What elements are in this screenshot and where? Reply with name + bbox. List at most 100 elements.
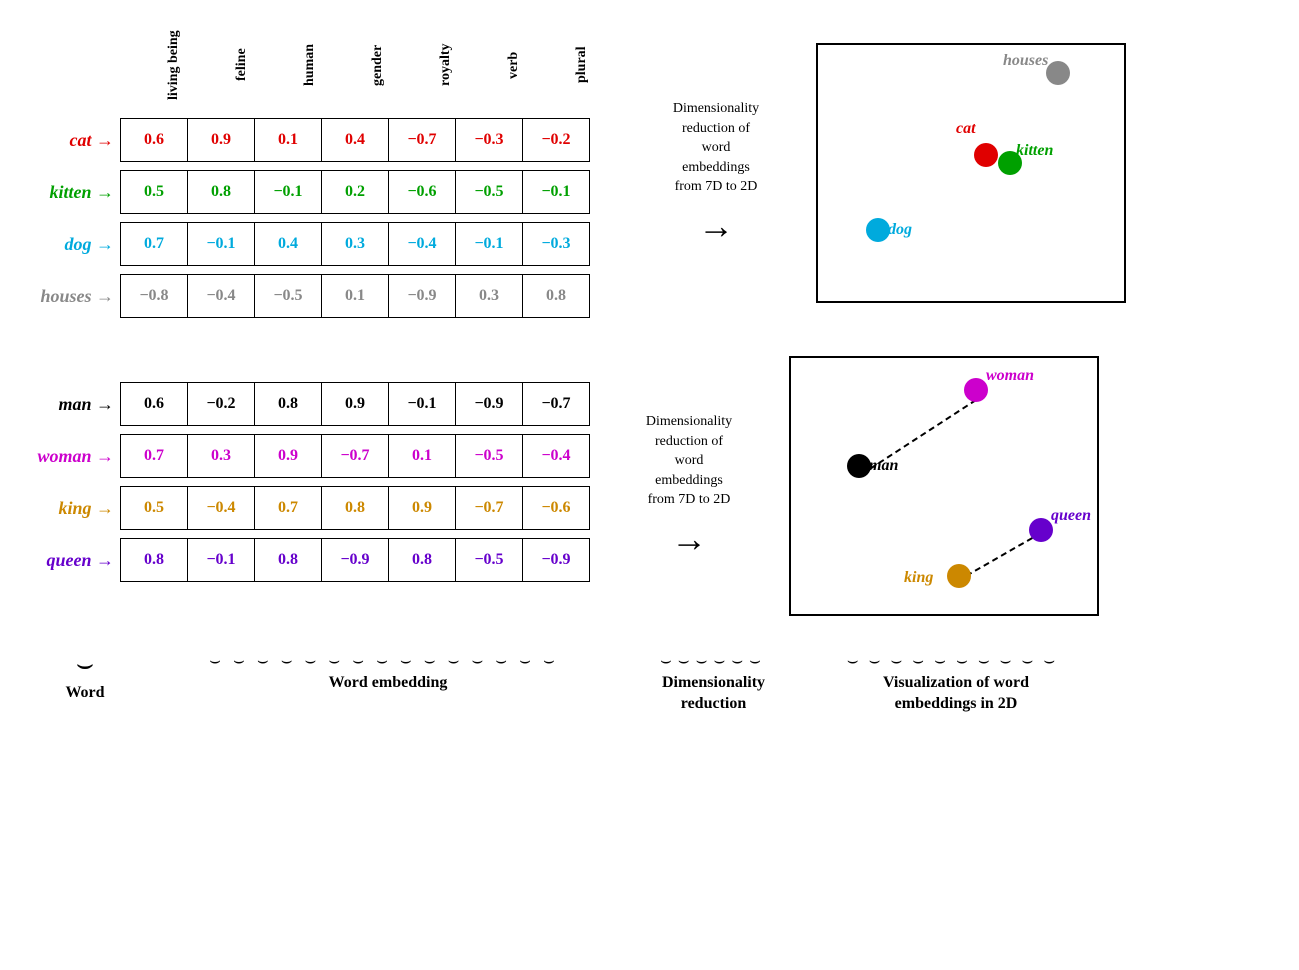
- brace-visualization: ⌣⌣⌣⌣⌣⌣⌣⌣⌣⌣: [847, 651, 1065, 669]
- word-row: dog →0.7−0.10.40.3−0.4−0.1−0.3: [10, 222, 616, 266]
- cell: −0.2: [522, 118, 590, 162]
- cell: −0.9: [522, 538, 590, 582]
- top-arrow-right: →: [698, 205, 734, 247]
- word-row: cat →0.60.90.10.4−0.7−0.3−0.2: [10, 118, 616, 162]
- bottom-labels: ⌣Word⌣⌣⌣⌣⌣⌣⌣⌣⌣⌣⌣⌣⌣⌣⌣Word embedding⌣⌣⌣⌣⌣⌣…: [10, 651, 1289, 715]
- word-row: kitten →0.50.8−0.10.2−0.6−0.5−0.1: [10, 170, 616, 214]
- col-header: gender: [344, 20, 412, 110]
- scatter-plot-2: woman man queen king: [789, 356, 1099, 616]
- col-headers: living beingfelinehumangenderroyaltyverb…: [140, 20, 616, 110]
- brace-group-visualization: ⌣⌣⌣⌣⌣⌣⌣⌣⌣⌣Visualization of wordembedding…: [801, 651, 1111, 715]
- cell: −0.9: [455, 382, 523, 426]
- brace-label-word: Word: [65, 683, 104, 704]
- word-label: kitten →: [10, 182, 120, 203]
- cell: 0.8: [321, 486, 389, 530]
- cell: 0.8: [120, 538, 188, 582]
- brace-group-embedding: ⌣⌣⌣⌣⌣⌣⌣⌣⌣⌣⌣⌣⌣⌣⌣ Word embedding: [150, 651, 626, 694]
- cell: 0.8: [388, 538, 456, 582]
- cell: 0.5: [120, 486, 188, 530]
- word-label: king →: [10, 498, 120, 519]
- cell: −0.1: [455, 222, 523, 266]
- svg-text:man: man: [869, 457, 898, 474]
- cell: 0.6: [120, 382, 188, 426]
- top-dim-reduction: Dimensionality reduction of word embeddi…: [651, 99, 781, 247]
- word-row: man →0.6−0.20.80.9−0.1−0.9−0.7: [10, 382, 589, 426]
- word-label: dog →: [10, 234, 120, 255]
- cell: −0.3: [522, 222, 590, 266]
- cell: 0.9: [321, 382, 389, 426]
- cell: 0.4: [254, 222, 322, 266]
- brace-embedding: ⌣⌣⌣⌣⌣⌣⌣⌣⌣⌣⌣⌣⌣⌣⌣: [209, 651, 567, 669]
- cells: 0.50.8−0.10.2−0.6−0.5−0.1: [120, 170, 589, 214]
- word-label: queen →: [10, 550, 120, 571]
- bottom-dim-reduction: Dimensionality reduction of word embeddi…: [624, 412, 754, 560]
- cell: −0.1: [187, 222, 255, 266]
- col-header: feline: [208, 20, 276, 110]
- word-label: cat →: [10, 130, 120, 151]
- cell: −0.4: [388, 222, 456, 266]
- cell: 0.7: [120, 434, 188, 478]
- bottom-dim-text: Dimensionality reduction of word embeddi…: [646, 412, 732, 510]
- cell: −0.1: [254, 170, 322, 214]
- cell: −0.4: [187, 486, 255, 530]
- brace-reduction: ⌣⌣⌣⌣⌣⌣: [660, 651, 767, 669]
- cell: −0.1: [187, 538, 255, 582]
- word-row: king →0.5−0.40.70.80.9−0.7−0.6: [10, 486, 589, 530]
- cell: 0.9: [254, 434, 322, 478]
- cell: 0.8: [187, 170, 255, 214]
- cell: −0.6: [388, 170, 456, 214]
- cell: 0.3: [187, 434, 255, 478]
- svg-text:king: king: [904, 569, 933, 586]
- cell: 0.9: [388, 486, 456, 530]
- top-rows: cat →0.60.90.10.4−0.7−0.3−0.2 kitten →0.5…: [10, 118, 616, 326]
- cell: −0.7: [388, 118, 456, 162]
- top-dim-text: Dimensionality reduction of word embeddi…: [673, 99, 759, 197]
- cell: 0.1: [254, 118, 322, 162]
- cells: 0.6−0.20.80.9−0.1−0.9−0.7: [120, 382, 589, 426]
- cell: 0.4: [321, 118, 389, 162]
- word-label: woman →: [10, 446, 120, 467]
- brace-label-embedding: Word embedding: [329, 673, 448, 694]
- brace-group-word: ⌣Word: [20, 651, 150, 704]
- col-header: plural: [548, 20, 616, 110]
- cells: 0.70.30.9−0.70.1−0.5−0.4: [120, 434, 589, 478]
- top-section: living beingfelinehumangenderroyaltyverb…: [10, 20, 1289, 326]
- cell: 0.2: [321, 170, 389, 214]
- svg-text:woman: woman: [986, 367, 1034, 384]
- cell: −0.5: [254, 274, 322, 318]
- cell: 0.9: [187, 118, 255, 162]
- cell: −0.1: [522, 170, 590, 214]
- bottom-section: man →0.6−0.20.80.9−0.1−0.9−0.7woman →0.7…: [10, 356, 1289, 616]
- word-label: houses →: [10, 286, 120, 307]
- cell: −0.5: [455, 538, 523, 582]
- cell: −0.5: [455, 170, 523, 214]
- cells: 0.5−0.40.70.80.9−0.7−0.6: [120, 486, 589, 530]
- scatter-plot-1: housescatkittendog: [816, 43, 1126, 303]
- cell: 0.3: [321, 222, 389, 266]
- word-row: woman →0.70.30.9−0.70.1−0.5−0.4: [10, 434, 589, 478]
- cells: 0.7−0.10.40.3−0.4−0.1−0.3: [120, 222, 589, 266]
- col-header: human: [276, 20, 344, 110]
- cell: 0.1: [321, 274, 389, 318]
- cell: 0.1: [388, 434, 456, 478]
- col-header: royalty: [412, 20, 480, 110]
- cells: 0.8−0.10.8−0.90.8−0.5−0.9: [120, 538, 589, 582]
- word-row: houses →−0.8−0.4−0.50.1−0.90.30.8: [10, 274, 616, 318]
- svg-text:kitten: kitten: [1016, 142, 1053, 159]
- cells: −0.8−0.4−0.50.1−0.90.30.8: [120, 274, 589, 318]
- svg-text:cat: cat: [956, 120, 976, 137]
- cell: 0.8: [254, 382, 322, 426]
- svg-text:queen: queen: [1051, 507, 1091, 524]
- col-header: verb: [480, 20, 548, 110]
- cell: −0.4: [522, 434, 590, 478]
- brace-label-reduction: Dimensionalityreduction: [662, 673, 765, 715]
- svg-text:houses: houses: [1003, 52, 1048, 69]
- cell: −0.5: [455, 434, 523, 478]
- cell: −0.7: [455, 486, 523, 530]
- cell: −0.3: [455, 118, 523, 162]
- cell: −0.4: [187, 274, 255, 318]
- cell: −0.8: [120, 274, 188, 318]
- cell: 0.3: [455, 274, 523, 318]
- cell: −0.9: [388, 274, 456, 318]
- word-label: man →: [10, 394, 120, 415]
